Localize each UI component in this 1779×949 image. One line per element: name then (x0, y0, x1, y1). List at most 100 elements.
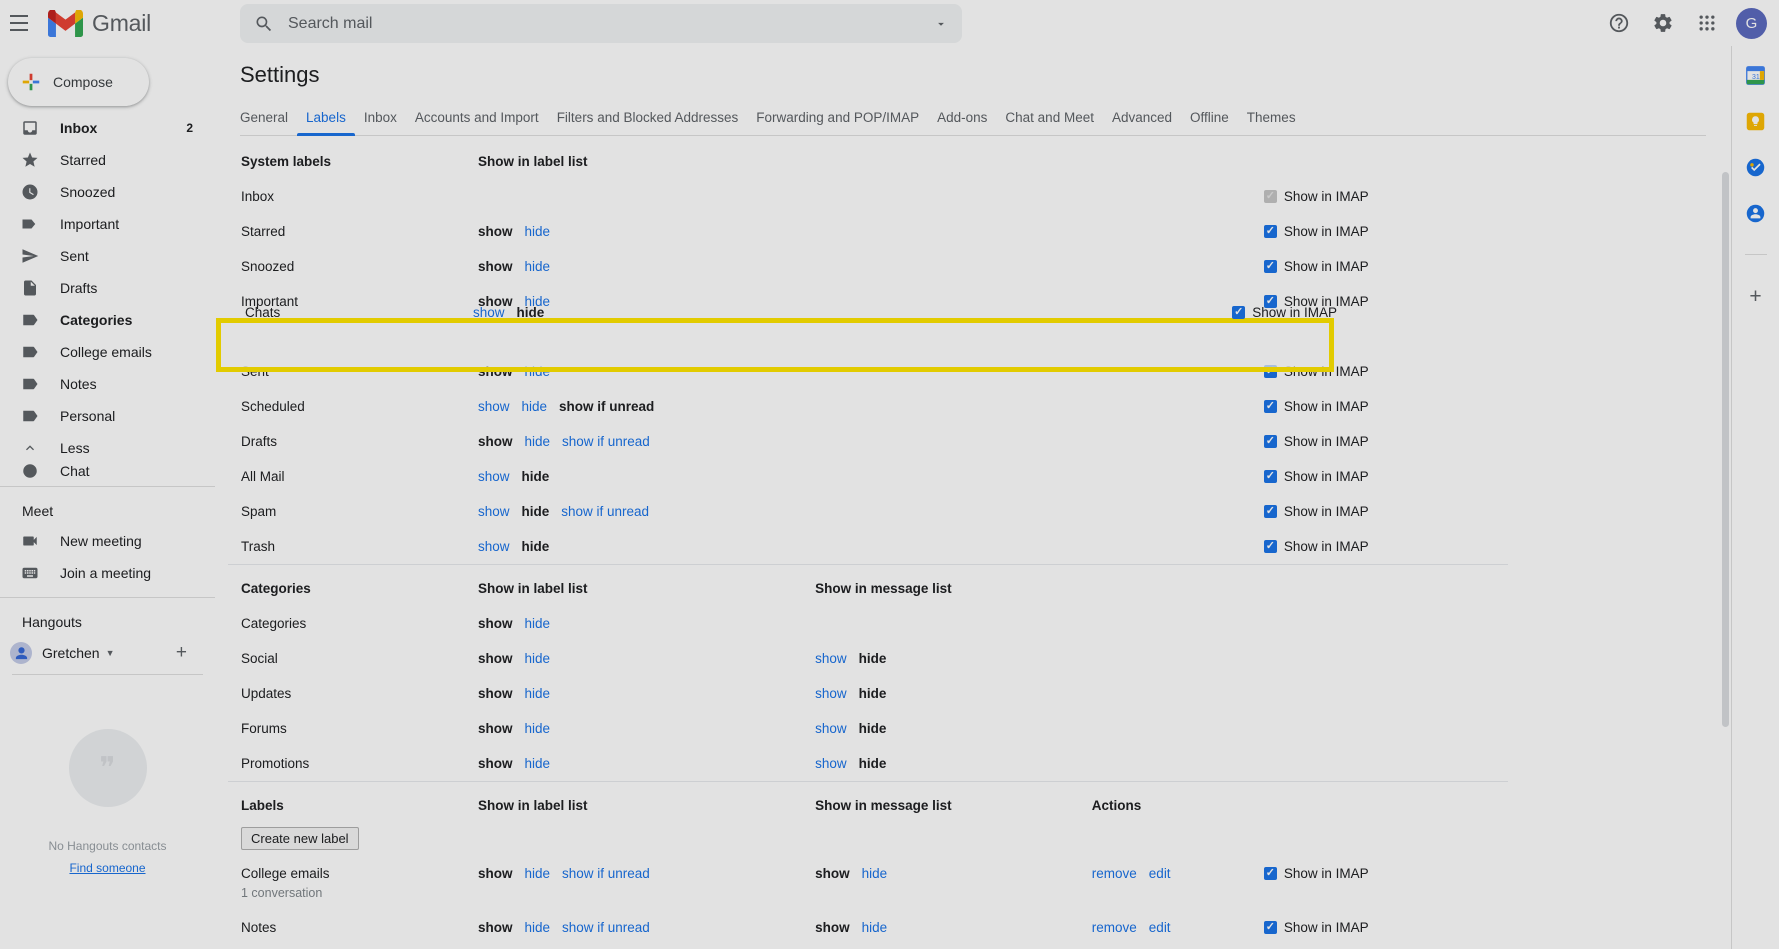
link-hide[interactable]: hide (524, 721, 550, 736)
link-show[interactable]: show (478, 539, 510, 554)
highlighted-row-chats[interactable]: Chats show hide Show in IMAP (245, 296, 1337, 328)
sidebar-item-inbox[interactable]: Inbox 2 (0, 112, 215, 144)
google-tasks-icon[interactable] (1745, 156, 1767, 178)
sidebar-item-important[interactable]: Important (0, 208, 215, 240)
tab-add-ons[interactable]: Add-ons (928, 110, 996, 135)
link-hide[interactable]: hide (524, 364, 550, 379)
tab-inbox[interactable]: Inbox (355, 110, 406, 135)
tab-advanced[interactable]: Advanced (1103, 110, 1181, 135)
chevron-down-icon[interactable]: ▼ (106, 648, 115, 658)
avatar[interactable]: G (1736, 7, 1767, 39)
imap-toggle[interactable]: Show in IMAP (1263, 224, 1508, 239)
sidebar-item-chat-partial[interactable]: Chat (0, 464, 215, 478)
imap-checkbox[interactable] (1263, 540, 1277, 553)
tab-accounts-and-import[interactable]: Accounts and Import (406, 110, 548, 135)
find-someone-link[interactable]: Find someone (69, 861, 145, 875)
link-remove[interactable]: remove (1092, 920, 1137, 935)
link-hide[interactable]: hide (524, 686, 550, 701)
link-show-if-unread[interactable]: show if unread (562, 920, 650, 935)
imap-toggle[interactable]: Show in IMAP (1263, 504, 1508, 519)
help-icon[interactable] (1600, 4, 1638, 42)
link-hide[interactable]: hide (524, 434, 550, 449)
imap-checkbox[interactable] (1263, 505, 1277, 518)
sidebar-item-new-meeting[interactable]: New meeting (0, 525, 215, 557)
vertical-scrollbar[interactable] (1719, 172, 1731, 727)
imap-checkbox[interactable] (1263, 260, 1277, 273)
compose-button[interactable]: Compose (8, 58, 149, 106)
link-show[interactable]: show (815, 651, 847, 666)
link-show[interactable]: show (478, 399, 510, 414)
link-hide[interactable]: hide (862, 920, 888, 935)
link-hide[interactable]: hide (524, 866, 550, 881)
imap-checkbox[interactable] (1263, 921, 1277, 934)
imap-toggle[interactable]: Show in IMAP (1263, 469, 1508, 484)
imap-checkbox[interactable] (1232, 305, 1246, 319)
tab-offline[interactable]: Offline (1181, 110, 1238, 135)
gear-icon[interactable] (1644, 4, 1682, 42)
search-bar[interactable] (240, 4, 962, 43)
link-show[interactable]: show (473, 305, 505, 320)
search-input[interactable] (284, 14, 920, 33)
sidebar-item-join-meeting[interactable]: Join a meeting (0, 557, 215, 589)
imap-toggle[interactable]: Show in IMAP (1263, 866, 1508, 881)
imap-toggle[interactable]: Show in IMAP (1263, 259, 1508, 274)
link-show[interactable]: show (478, 504, 510, 519)
gmail-logo[interactable]: Gmail (48, 9, 198, 37)
sidebar-item-personal[interactable]: Personal (0, 400, 215, 432)
imap-toggle[interactable]: Show in IMAP (1263, 399, 1508, 414)
imap-checkbox[interactable] (1263, 225, 1277, 238)
imap-toggle[interactable]: Show in IMAP (1263, 189, 1508, 204)
tab-general[interactable]: General (240, 110, 297, 135)
link-show[interactable]: show (815, 686, 847, 701)
link-edit[interactable]: edit (1149, 866, 1171, 881)
google-keep-icon[interactable] (1745, 110, 1767, 132)
link-hide[interactable]: hide (524, 259, 550, 274)
link-show[interactable]: show (478, 469, 510, 484)
link-hide[interactable]: hide (521, 399, 547, 414)
hangouts-user-row[interactable]: Gretchen ▼ + (0, 636, 215, 670)
imap-toggle[interactable]: Show in IMAP (1263, 364, 1508, 379)
apps-grid-icon[interactable] (1688, 4, 1726, 42)
link-edit[interactable]: edit (1149, 920, 1171, 935)
link-remove[interactable]: remove (1092, 866, 1137, 881)
chevron-down-icon[interactable] (920, 4, 962, 43)
link-show-if-unread[interactable]: show if unread (562, 866, 650, 881)
hamburger-icon[interactable] (6, 10, 32, 36)
sidebar-item-starred[interactable]: Starred (0, 144, 215, 176)
link-hide[interactable]: hide (524, 920, 550, 935)
settings-scroll-area[interactable]: System labels Show in label list Inbox Show… (215, 142, 1731, 949)
google-calendar-icon[interactable]: 31 (1745, 64, 1767, 86)
link-hide[interactable]: hide (524, 651, 550, 666)
link-hide[interactable]: hide (524, 616, 550, 631)
search-icon[interactable] (244, 4, 284, 43)
plus-icon[interactable]: + (1749, 285, 1761, 309)
tab-themes[interactable]: Themes (1238, 110, 1305, 135)
highlight-row-imap[interactable]: Show in IMAP (1232, 305, 1337, 320)
tab-filters-and-blocked-addresses[interactable]: Filters and Blocked Addresses (548, 110, 748, 135)
sidebar-item-categories[interactable]: Categories (0, 304, 215, 336)
scrollbar-thumb[interactable] (1722, 172, 1729, 727)
sidebar-item-less[interactable]: Less (0, 432, 215, 464)
google-contacts-icon[interactable] (1745, 202, 1767, 224)
imap-checkbox[interactable] (1263, 400, 1277, 413)
create-new-label-button[interactable]: Create new label (241, 827, 359, 850)
sidebar-item-snoozed[interactable]: Snoozed (0, 176, 215, 208)
link-hide[interactable]: hide (862, 866, 888, 881)
sidebar-item-drafts[interactable]: Drafts (0, 272, 215, 304)
tab-labels[interactable]: Labels (297, 110, 355, 136)
plus-icon[interactable]: + (176, 642, 187, 664)
imap-toggle[interactable]: Show in IMAP (1263, 539, 1508, 554)
imap-checkbox[interactable] (1263, 470, 1277, 483)
tab-forwarding-and-pop-imap[interactable]: Forwarding and POP/IMAP (747, 110, 928, 135)
link-hide[interactable]: hide (524, 224, 550, 239)
link-show[interactable]: show (815, 756, 847, 771)
link-show-if-unread[interactable]: show if unread (562, 434, 650, 449)
imap-checkbox[interactable] (1263, 867, 1277, 880)
link-show[interactable]: show (815, 721, 847, 736)
imap-toggle[interactable]: Show in IMAP (1263, 920, 1508, 935)
imap-checkbox[interactable] (1263, 435, 1277, 448)
tab-chat-and-meet[interactable]: Chat and Meet (996, 110, 1103, 135)
sidebar-item-notes[interactable]: Notes (0, 368, 215, 400)
imap-checkbox[interactable] (1263, 365, 1277, 378)
link-show-if-unread[interactable]: show if unread (561, 504, 649, 519)
